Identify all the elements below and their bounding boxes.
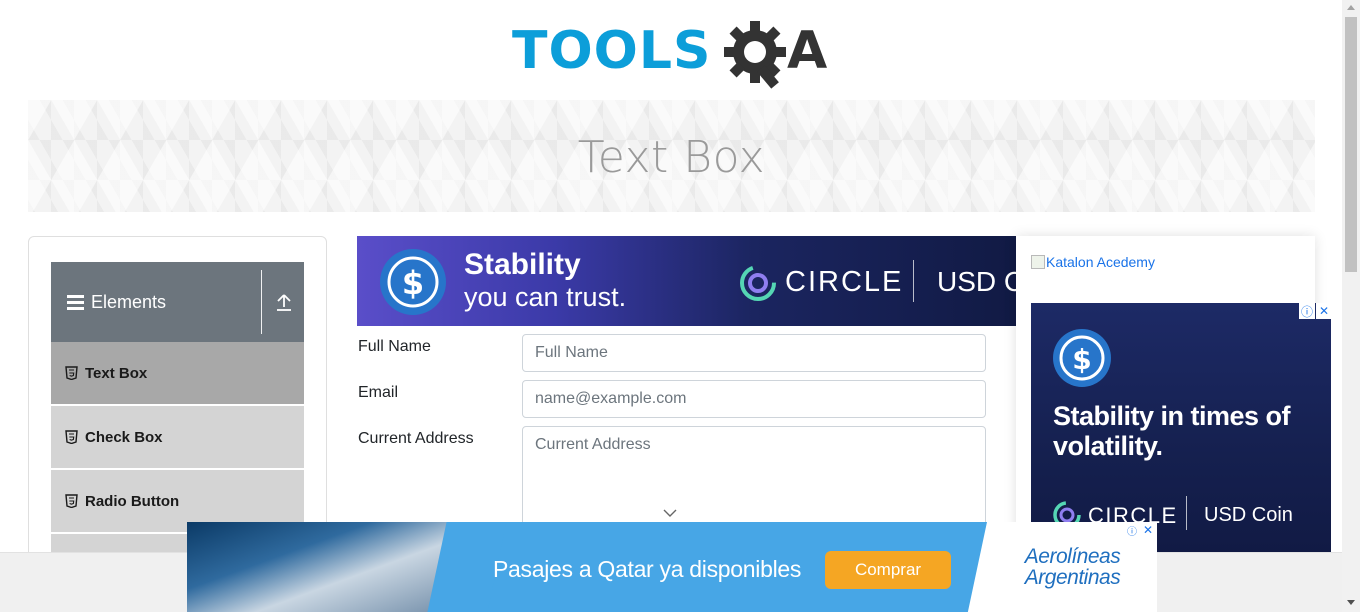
email-label: Email [358,384,399,401]
svg-text:$: $ [1072,343,1091,376]
ad-message: Pasajes a Qatar ya disponibles [493,556,802,582]
ad-info-icon[interactable]: ⓘ [1299,303,1315,319]
html5-icon [65,366,78,380]
hamburger-icon [67,294,85,310]
current-address-textarea[interactable] [522,426,986,536]
ad-headline: Stability in times of volatility. [1053,401,1291,461]
katalon-image-alt: Katalon Acedemy [1046,254,1155,270]
aerolineas-bottom-ad[interactable]: Pasajes a Qatar ya disponibles Comprar A… [187,522,1157,612]
collapse-up-icon[interactable] [273,292,295,314]
airline-name-line1: Aerolíneas [1024,545,1121,568]
airline-logo: Aerolíneas Argentinas [1015,546,1130,588]
page-scrollbar[interactable] [1342,0,1360,612]
usdc-square-ad[interactable]: ⓘ ✕ $ Stability in times of volatility. … [1031,303,1331,555]
sidebar-item-label: Check Box [85,428,163,446]
full-name-label: Full Name [358,338,431,355]
ad-headline: Stability [464,248,581,281]
broken-image-icon [1031,255,1045,269]
current-address-label: Current Address [358,430,474,447]
sidebar-item-label: Radio Button [85,492,180,510]
left-panel: Elements Text Box Check Box Radio Button [28,236,327,596]
sidebar-item-check-box[interactable]: Check Box [51,406,304,468]
page-title: Text Box [577,131,766,183]
usdc-coin-icon: $ [380,249,446,315]
toolsqa-logo[interactable]: TOOLS A [510,14,840,92]
ad-close-icon[interactable]: ✕ [1141,523,1155,537]
comprar-button[interactable]: Comprar [825,551,951,589]
logo-text-tools: TOOLS [512,21,711,81]
scrollbar-thumb[interactable] [1345,17,1357,272]
elements-group-title: Elements [91,291,167,312]
elements-group-header[interactable]: Elements [51,262,304,342]
sidebar-item-label: Text Box [85,364,148,382]
ad-brand: CIRCLE [785,266,904,298]
html5-icon [65,494,78,508]
ad-subline: you can trust. [464,282,627,312]
scroll-down-arrow-icon[interactable] [1347,600,1355,605]
page-banner: Text Box [28,100,1315,212]
svg-text:$: $ [402,264,424,302]
chevron-down-icon[interactable] [663,508,677,518]
usdc-coin-icon: $ [1053,329,1111,387]
gear-icon [724,21,786,89]
email-input[interactable] [522,380,986,418]
circle-logo-icon [740,265,776,301]
html5-icon [65,430,78,444]
ad-photo [187,522,467,612]
katalon-academy-image-link[interactable]: Katalon Acedemy [1031,254,1155,270]
usdc-banner-ad[interactable]: $ Stability you can trust. CIRCLE USD Co… [357,236,1016,326]
sidebar-item-text-box[interactable]: Text Box [51,342,304,404]
ad-info-icon[interactable]: ⓘ [1125,523,1139,538]
ad-divider [1186,496,1187,530]
ad-divider [913,260,914,302]
airline-name-line2: Argentinas [1024,566,1121,589]
ad-product: USD Coin [1204,504,1293,526]
scroll-up-arrow-icon[interactable] [1347,5,1355,10]
ad-product: USD Coin [937,266,1016,297]
full-name-input[interactable] [522,334,986,372]
logo-text-a: A [787,21,827,81]
header-divider [261,270,262,334]
page: TOOLS A Text Box Elements Text Box Check… [0,0,1360,612]
ad-close-icon[interactable]: ✕ [1316,303,1331,319]
